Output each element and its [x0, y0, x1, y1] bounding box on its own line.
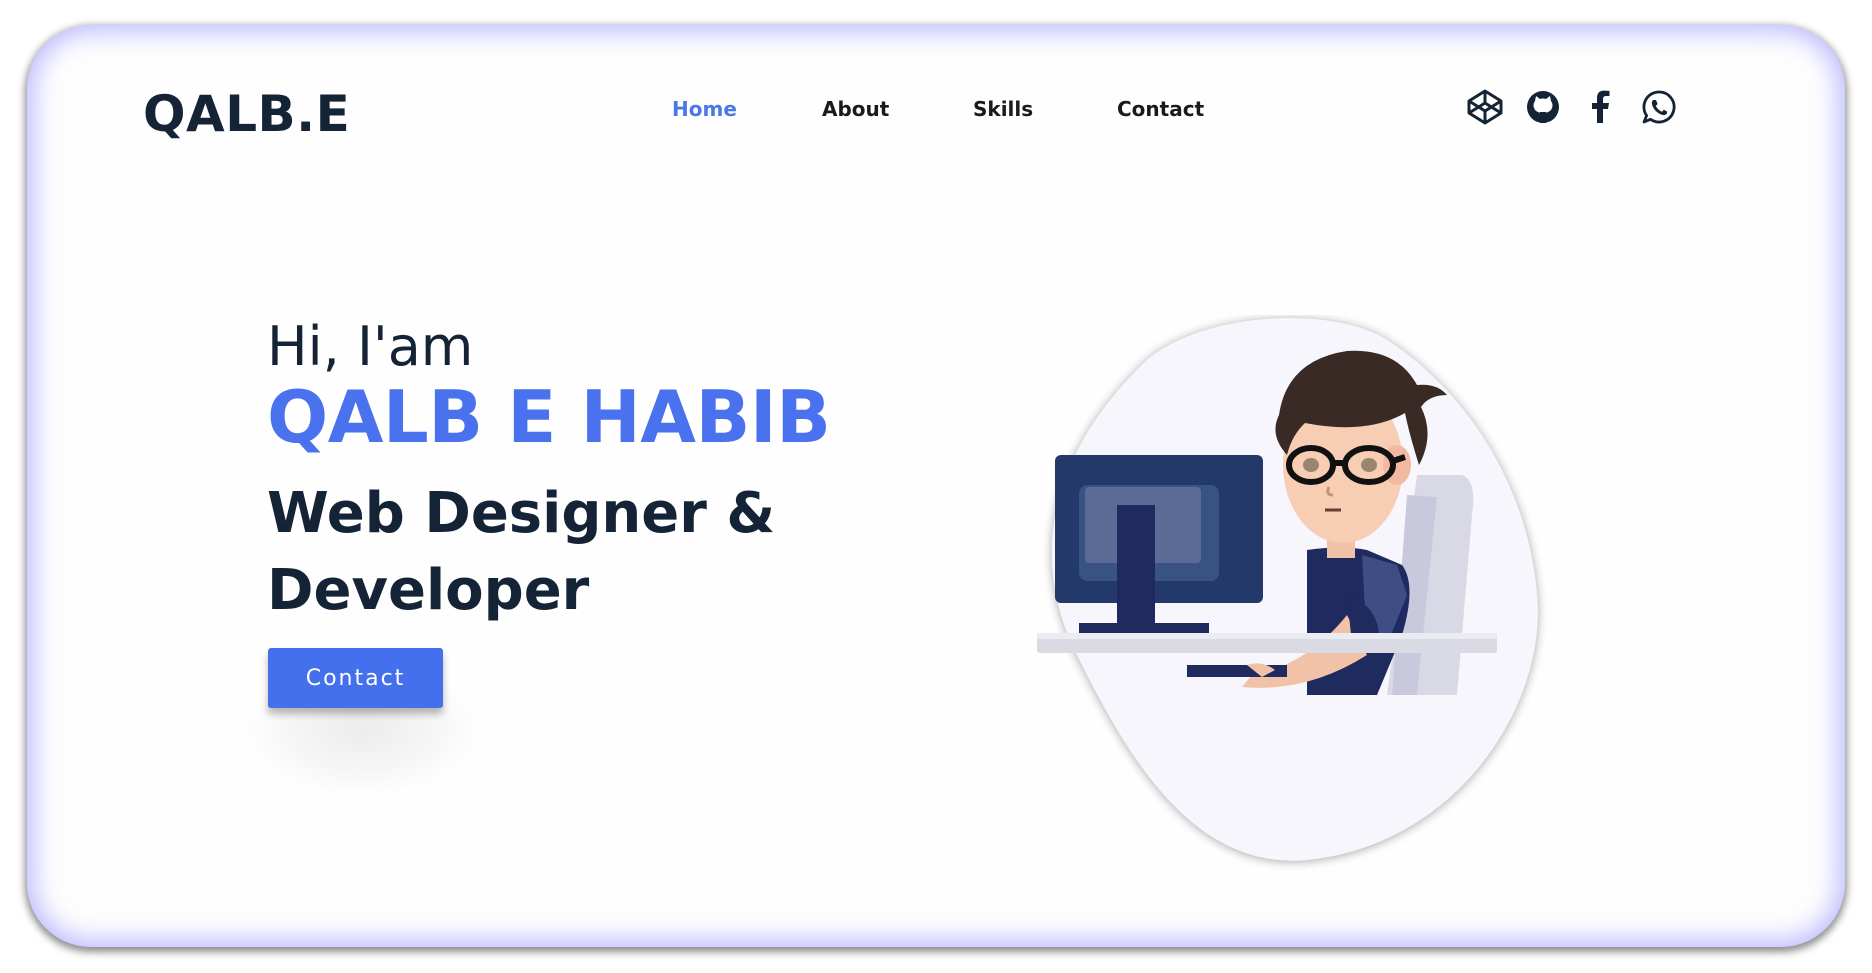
social-links	[1465, 87, 1705, 135]
whatsapp-icon[interactable]	[1639, 87, 1679, 127]
hero-greeting: Hi, I'am	[267, 315, 474, 378]
facebook-icon[interactable]	[1581, 87, 1621, 127]
nav-home[interactable]: Home	[672, 97, 737, 121]
hero-role: Web Designer & Developer	[267, 481, 776, 623]
nav-skills[interactable]: Skills	[973, 97, 1033, 121]
nav-contact[interactable]: Contact	[1117, 97, 1204, 121]
developer-illustration	[1007, 315, 1607, 875]
hero-name: QALB E HABIB	[267, 375, 831, 459]
page-frame: QALB.E Home About Skills Contact Hi, I'a…	[27, 25, 1845, 947]
contact-button[interactable]: Contact	[268, 648, 443, 708]
codepen-icon[interactable]	[1465, 87, 1505, 127]
github-icon[interactable]	[1523, 87, 1563, 127]
nav-about[interactable]: About	[822, 97, 889, 121]
